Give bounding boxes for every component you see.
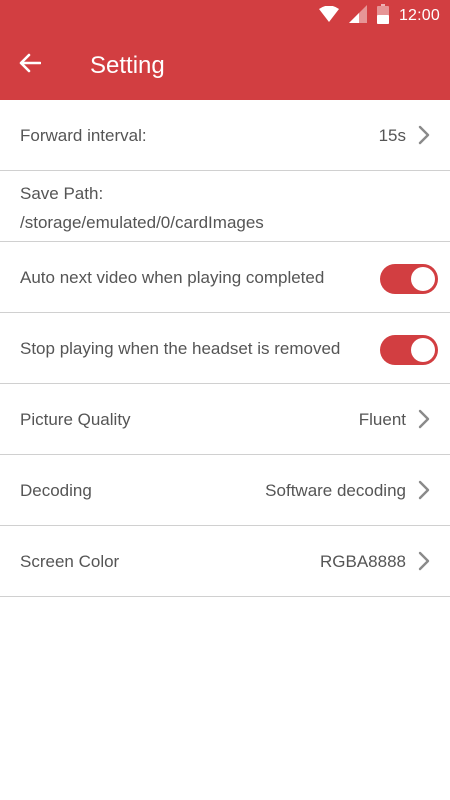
screen-color-value: RGBA8888 <box>320 552 406 571</box>
decoding-value: Software decoding <box>265 481 406 500</box>
battery-icon <box>376 3 389 29</box>
toggle-knob <box>411 338 435 362</box>
chevron-right-icon <box>416 550 432 572</box>
toolbar: Setting <box>0 32 450 100</box>
arrow-left-icon <box>19 53 42 78</box>
signal-icon <box>348 4 367 28</box>
save-path-value: /storage/emulated/0/cardImages <box>20 213 264 232</box>
picture-quality-label: Picture Quality <box>20 410 131 429</box>
back-button[interactable] <box>14 49 46 81</box>
picture-quality-value: Fluent <box>358 410 406 429</box>
decoding-label: Decoding <box>20 481 92 500</box>
status-time: 12:00 <box>398 7 440 24</box>
auto-next-row: Auto next video when playing completed <box>0 242 450 313</box>
save-path-row[interactable]: Save Path: /storage/emulated/0/cardImage… <box>0 171 450 242</box>
save-path-label: Save Path: <box>20 184 104 203</box>
chevron-right-icon <box>416 124 432 146</box>
stop-headset-row: Stop playing when the headset is removed <box>0 313 450 384</box>
status-bar: 12:00 <box>0 0 450 32</box>
picture-quality-row[interactable]: Picture Quality Fluent <box>0 384 450 455</box>
screen-color-row[interactable]: Screen Color RGBA8888 <box>0 526 450 597</box>
settings-list: Forward interval: 15s Save Path: /storag… <box>0 100 450 597</box>
stop-headset-toggle[interactable] <box>380 335 438 365</box>
app-bar: 12:00 Setting <box>0 0 450 100</box>
auto-next-toggle[interactable] <box>380 264 438 294</box>
auto-next-label: Auto next video when playing completed <box>20 268 325 287</box>
forward-interval-label: Forward interval: <box>20 126 147 145</box>
wifi-icon <box>318 5 339 27</box>
forward-interval-row[interactable]: Forward interval: 15s <box>0 100 450 171</box>
toggle-knob <box>411 267 435 291</box>
status-icons: 12:00 <box>318 3 440 29</box>
settings-screen: 12:00 Setting Forward interval: 15s Save… <box>0 0 450 800</box>
stop-headset-label: Stop playing when the headset is removed <box>20 339 341 358</box>
screen-color-label: Screen Color <box>20 552 120 571</box>
chevron-right-icon <box>416 479 432 501</box>
decoding-row[interactable]: Decoding Software decoding <box>0 455 450 526</box>
chevron-right-icon <box>416 408 432 430</box>
forward-interval-value: 15s <box>378 126 406 145</box>
page-title: Setting <box>90 52 165 79</box>
